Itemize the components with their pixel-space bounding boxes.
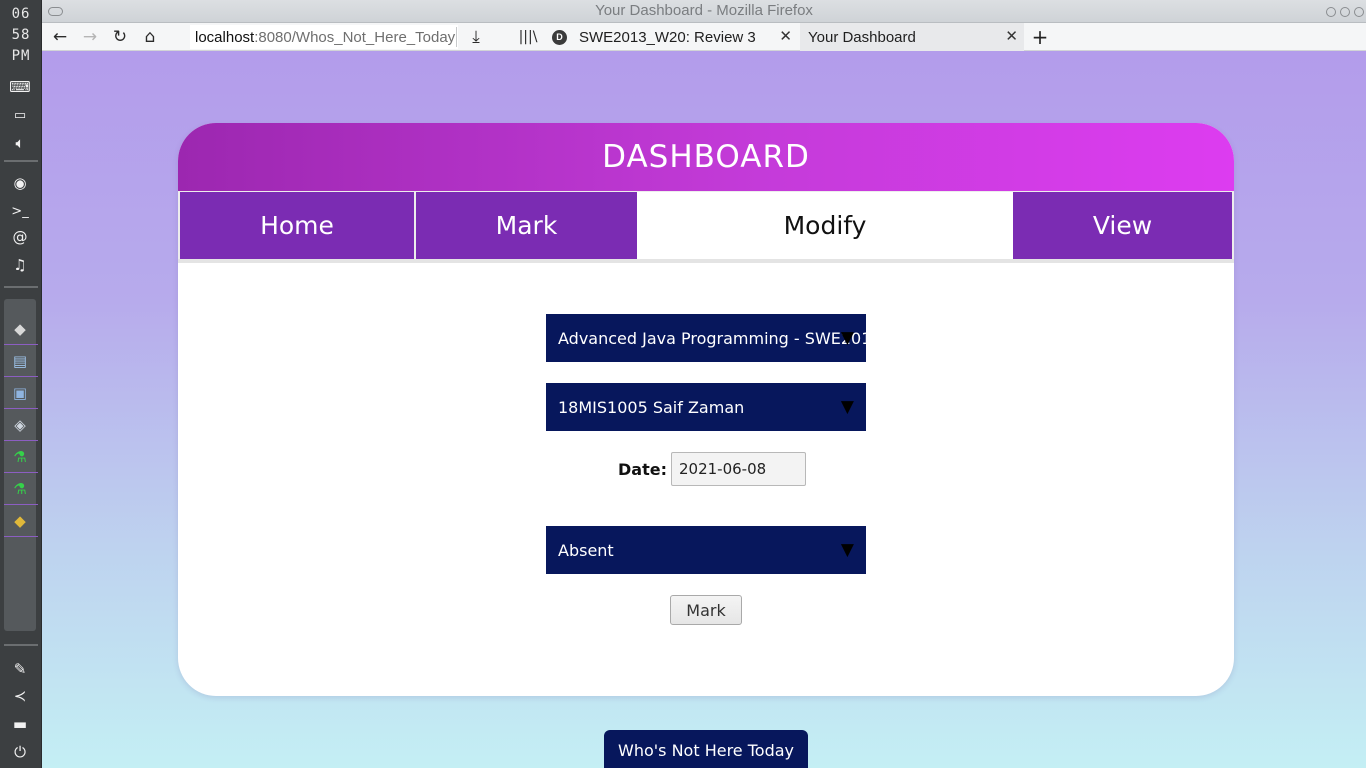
close-tab-icon[interactable]: ✕ (1005, 27, 1018, 45)
window-title: Your Dashboard - Mozilla Firefox (595, 2, 813, 19)
date-row: Date: 2021-06-08 (618, 452, 806, 486)
student-select[interactable]: 18MIS1005 Saif Zaman ▼ (546, 383, 866, 431)
page-title: DASHBOARD (602, 139, 810, 175)
firefox-icon[interactable]: ◉ (9, 172, 31, 194)
dock-separator (4, 286, 38, 288)
close-window-icon[interactable] (1354, 7, 1364, 17)
email-icon[interactable]: @ (9, 226, 31, 248)
tab-view[interactable]: View (1013, 192, 1232, 259)
home-icon[interactable]: ⌂ (138, 25, 162, 49)
dock-separator (4, 536, 38, 537)
forward-icon[interactable]: → (78, 25, 102, 49)
course-select-value: Advanced Java Programming - SWE2013 (558, 328, 866, 348)
dock-separator (4, 160, 38, 162)
folder-icon[interactable]: ▬ (9, 713, 31, 735)
dock-separator (4, 376, 38, 377)
clock-hour: 06 (11, 6, 31, 22)
tab-modify[interactable]: Modify (637, 192, 1013, 259)
browser-tab-review[interactable]: D SWE2013_W20: Review 3 ✕ (544, 23, 798, 51)
date-value: 2021-06-08 (678, 460, 767, 478)
notes-icon[interactable]: ✎ (9, 658, 31, 680)
tab-mark[interactable]: Mark (416, 192, 637, 259)
system-dock: 06 58 PM ⌨ ▭ 🔈︎ ◉ >_ @ ♫ ◆ ▤ ▣ ◈ ⚗ ⚗ ◆ ✎… (0, 0, 42, 768)
url-bar[interactable]: localhost:8080/Whos_Not_Here_Today (190, 25, 458, 49)
document-viewer-icon[interactable]: ▤ (9, 350, 31, 372)
clock-minute: 58 (11, 27, 31, 43)
dock-separator (4, 440, 38, 441)
tab-home[interactable]: Home (180, 192, 414, 259)
url-host: localhost (195, 28, 255, 46)
clock: 06 58 PM (0, 4, 42, 67)
back-icon[interactable]: ← (48, 25, 72, 49)
library-icon[interactable]: |||\ (516, 25, 540, 49)
maximize-icon[interactable] (1340, 7, 1350, 17)
dock-separator (4, 504, 38, 505)
package-icon[interactable]: ◆ (9, 510, 31, 532)
dropdown-arrow-icon: ▼ (840, 397, 854, 417)
dock-separator (4, 472, 38, 473)
clock-ampm: PM (11, 48, 31, 64)
dashboard-header: DASHBOARD (178, 123, 1234, 191)
status-select-value: Absent (558, 540, 614, 560)
terminal-icon[interactable]: >_ (9, 200, 31, 222)
gimp-icon[interactable]: ◆ (9, 318, 31, 340)
display-icon[interactable]: ▭ (9, 104, 31, 126)
volume-icon[interactable]: 🔈︎ (9, 132, 31, 154)
dashboard-card: DASHBOARD Home Mark Modify View Advanced… (178, 123, 1234, 696)
tab-title: SWE2013_W20: Review 3 (579, 28, 756, 46)
power-icon[interactable]: ⏻ (9, 741, 31, 763)
course-select[interactable]: Advanced Java Programming - SWE2013 ▼ (546, 314, 866, 362)
flask-icon[interactable]: ⚗ (9, 446, 31, 468)
browser-tab-dashboard[interactable]: Your Dashboard ✕ (800, 23, 1024, 51)
close-tab-icon[interactable]: ✕ (779, 27, 792, 45)
url-separator (456, 27, 457, 47)
date-input[interactable]: 2021-06-08 (670, 452, 806, 486)
reload-icon[interactable]: ↻ (108, 25, 132, 49)
dock-separator (4, 408, 38, 409)
tab-title: Your Dashboard (808, 28, 916, 46)
dropdown-arrow-icon: ▼ (840, 540, 854, 560)
status-select[interactable]: Absent ▼ (546, 526, 866, 574)
dock-separator (4, 344, 38, 345)
window-titlebar: Your Dashboard - Mozilla Firefox (42, 0, 1366, 23)
download-icon[interactable]: ⤓ (464, 25, 488, 49)
url-path: :8080/Whos_Not_Here_Today (254, 28, 456, 46)
dropdown-arrow-icon: ▼ (840, 328, 854, 348)
box-icon[interactable]: ▣ (9, 382, 31, 404)
whos-not-here-today-button[interactable]: Who's Not Here Today (604, 730, 808, 768)
dock-separator (4, 644, 38, 646)
date-label: Date: (618, 459, 667, 479)
app-icon[interactable]: ◈ (9, 414, 31, 436)
music-icon[interactable]: ♫ (9, 254, 31, 276)
page-viewport: DASHBOARD Home Mark Modify View Advanced… (42, 51, 1366, 768)
mark-button[interactable]: Mark (670, 595, 742, 625)
browser-toolbar: ← → ↻ ⌂ localhost:8080/Whos_Not_Here_Tod… (42, 23, 1366, 51)
keyboard-layout-icon[interactable]: ⌨ (9, 76, 31, 98)
flask-icon[interactable]: ⚗ (9, 478, 31, 500)
dashboard-nav: Home Mark Modify View (178, 191, 1234, 263)
student-select-value: 18MIS1005 Saif Zaman (558, 397, 745, 417)
minimize-icon[interactable] (1326, 7, 1336, 17)
nav-underline (178, 259, 1234, 263)
new-tab-icon[interactable]: + (1028, 25, 1052, 49)
vscode-icon[interactable]: ≺ (9, 685, 31, 707)
tab-favicon-icon: D (552, 29, 567, 45)
